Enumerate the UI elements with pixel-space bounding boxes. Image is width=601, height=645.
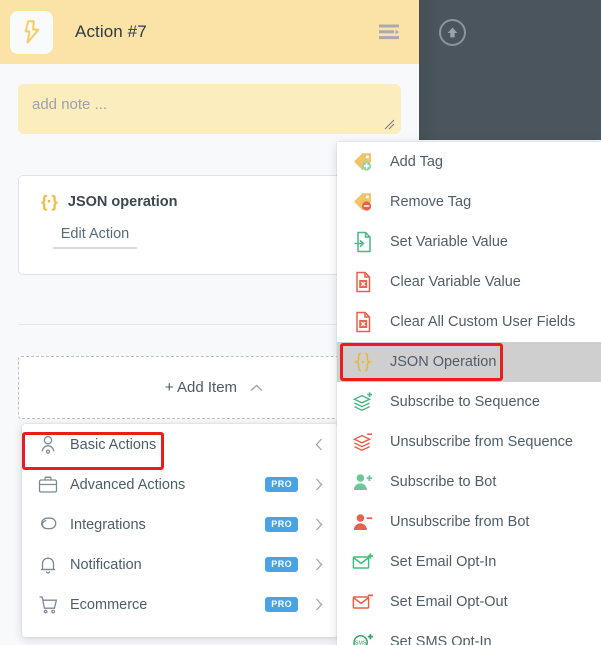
sidebar-item-ecommerce[interactable]: Ecommerce PRO: [22, 585, 338, 624]
menu-item-unsubscribe-from-bot[interactable]: Unsubscribe from Bot: [337, 502, 601, 542]
chevron-right-icon: [314, 598, 324, 611]
menu-item-label: Set Email Opt-In: [390, 554, 496, 570]
menu-item-label: Unsubscribe from Bot: [390, 514, 529, 530]
envelope-minus-icon: [349, 592, 377, 612]
file-arrow-in-icon: [349, 231, 377, 253]
svg-text:SMS: SMS: [355, 641, 367, 645]
menu-item-subscribe-to-bot[interactable]: Subscribe to Bot: [337, 462, 601, 502]
lightning-bolt-icon: [10, 11, 53, 54]
bell-icon: [35, 555, 61, 575]
sidebar-item-notification[interactable]: Notification PRO: [22, 545, 338, 584]
sms-plus-icon: SMS: [349, 632, 377, 645]
add-item-label: + Add Item: [165, 379, 237, 396]
menu-item-label: Add Tag: [390, 154, 443, 170]
layers-minus-icon: [349, 431, 377, 453]
menu-item-json-operation[interactable]: JSON Operation: [337, 342, 601, 382]
sidebar-item-label: Integrations: [70, 517, 146, 533]
pro-badge: PRO: [265, 597, 298, 612]
list-menu-icon[interactable]: [379, 24, 399, 40]
pro-badge: PRO: [265, 557, 298, 572]
envelope-plus-icon: [349, 552, 377, 572]
menu-item-label: Unsubscribe from Sequence: [390, 434, 573, 450]
chevron-right-icon: [314, 558, 324, 571]
menu-item-label: Subscribe to Sequence: [390, 394, 540, 410]
json-braces-icon: {·}: [41, 192, 57, 212]
operations-dropdown: Add Tag Remove Tag Set Va: [337, 142, 601, 645]
menu-item-clear-all-custom-user-fields[interactable]: Clear All Custom User Fields: [337, 302, 601, 342]
cart-icon: [35, 595, 61, 615]
json-braces-icon: [349, 351, 377, 373]
chevron-up-icon: [250, 379, 263, 397]
sidebar-item-integrations[interactable]: Integrations PRO: [22, 505, 338, 544]
menu-item-unsubscribe-from-sequence[interactable]: Unsubscribe from Sequence: [337, 422, 601, 462]
edit-action-link[interactable]: Edit Action: [53, 226, 137, 249]
menu-item-label: Subscribe to Bot: [390, 474, 496, 490]
file-x-icon: [349, 271, 377, 293]
category-flyout: Basic Actions Advanced Actions PRO: [22, 424, 338, 637]
menu-item-label: Remove Tag: [390, 194, 471, 210]
sidebar-item-basic-actions[interactable]: Basic Actions: [22, 425, 338, 464]
link-icon: [35, 515, 61, 534]
menu-item-set-email-opt-in[interactable]: Set Email Opt-In: [337, 542, 601, 582]
file-x-icon: [349, 311, 377, 333]
sidebar-item-advanced-actions[interactable]: Advanced Actions PRO: [22, 465, 338, 504]
note-field-wrapper: [18, 84, 401, 134]
menu-item-subscribe-to-sequence[interactable]: Subscribe to Sequence: [337, 382, 601, 422]
menu-item-remove-tag[interactable]: Remove Tag: [337, 182, 601, 222]
note-input[interactable]: [18, 84, 401, 134]
briefcase-icon: [35, 475, 61, 494]
menu-item-set-email-opt-out[interactable]: Set Email Opt-Out: [337, 582, 601, 622]
menu-item-set-sms-opt-in[interactable]: SMS Set SMS Opt-In: [337, 622, 601, 645]
card-title: JSON operation: [68, 194, 178, 210]
app-root: Action #7 {·} JSON operation: [0, 0, 601, 645]
sidebar-item-label: Notification: [70, 557, 142, 573]
user-icon: [35, 435, 61, 455]
tag-plus-icon: [349, 151, 377, 173]
sidebar-item-label: Basic Actions: [70, 437, 156, 453]
chevron-right-icon: [314, 518, 324, 531]
user-plus-icon: [349, 471, 377, 493]
action-header: Action #7: [0, 0, 419, 64]
menu-item-clear-variable-value[interactable]: Clear Variable Value: [337, 262, 601, 302]
menu-item-label: Set SMS Opt-In: [390, 634, 492, 645]
menu-item-set-variable-value[interactable]: Set Variable Value: [337, 222, 601, 262]
sidebar-item-label: Advanced Actions: [70, 477, 185, 493]
user-minus-icon: [349, 511, 377, 533]
menu-item-label: Set Email Opt-Out: [390, 594, 508, 610]
menu-item-label: Clear Variable Value: [390, 274, 521, 290]
sidebar-item-label: Ecommerce: [70, 597, 147, 613]
chevron-right-icon: [314, 478, 324, 491]
menu-item-label: Set Variable Value: [390, 234, 508, 250]
tag-minus-icon: [349, 191, 377, 213]
menu-item-label: Clear All Custom User Fields: [390, 314, 575, 330]
menu-item-add-tag[interactable]: Add Tag: [337, 142, 601, 182]
circle-arrow-up-icon[interactable]: [439, 19, 466, 46]
pro-badge: PRO: [265, 517, 298, 532]
menu-item-label: JSON Operation: [390, 354, 496, 370]
layers-plus-icon: [349, 391, 377, 413]
pro-badge: PRO: [265, 477, 298, 492]
page-title: Action #7: [75, 22, 147, 42]
chevron-left-icon: [314, 438, 324, 451]
